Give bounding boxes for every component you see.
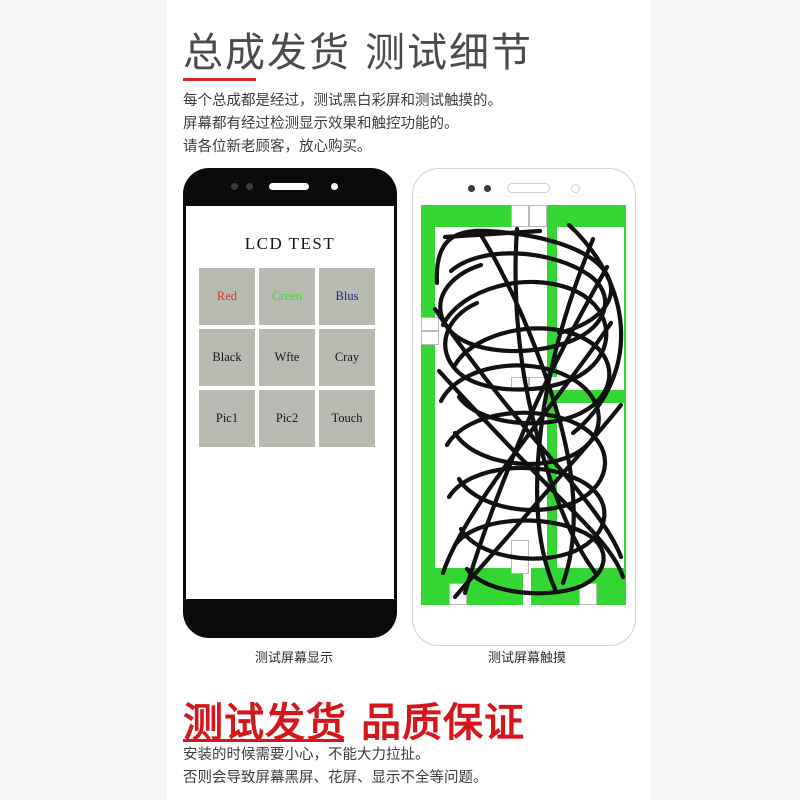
sensor-dot-icon — [484, 185, 491, 192]
lcd-tile-label: Touch — [331, 411, 363, 425]
lcd-tile-pic1[interactable]: Pic1 — [199, 390, 255, 447]
footer-line-2: 否则会导致屏幕黑屏、花屏、显示不全等问题。 — [183, 770, 488, 786]
footer-text: 安装的时候需要小心，不能大力拉扯。 否则会导致屏幕黑屏、花屏、显示不全等问题。 — [183, 744, 488, 790]
intro-line-2: 屏幕都有经过检测显示效果和触控功能的。 — [183, 116, 459, 132]
footer-title-part2: 品质保证 — [361, 701, 525, 745]
lcd-tile-red[interactable]: Red — [199, 268, 255, 325]
lcd-tile-pic2[interactable]: Pic2 — [259, 390, 315, 447]
intro-line-1: 每个总成都是经过，测试黑白彩屏和测试触摸的。 — [183, 93, 502, 109]
touch-test-screen[interactable] — [421, 205, 626, 605]
lcd-tile-label: Blus — [335, 289, 359, 303]
earpiece-speaker-icon — [507, 183, 550, 193]
lcd-tile-green[interactable]: Creen — [259, 268, 315, 325]
lcd-tile-label: Creen — [272, 289, 302, 303]
lcd-tile-label: Black — [212, 350, 242, 364]
lcd-tile-label: Pic1 — [215, 411, 239, 425]
lcd-tile-blue[interactable]: Blus — [319, 268, 375, 325]
right-phone-caption: 测试屏幕触摸 — [487, 650, 566, 665]
front-camera-icon — [331, 183, 338, 190]
footer-divider — [183, 739, 344, 742]
earpiece-speaker-icon — [269, 183, 309, 190]
black-phone-screen: LCD TEST Red Creen Blus Black Wfte Cray … — [186, 206, 394, 599]
page-root: 总成发货 测试细节 每个总成都是经过，测试黑白彩屏和测试触摸的。 屏幕都有经过检测… — [0, 0, 800, 800]
white-phone-touch-test — [412, 168, 636, 646]
black-phone-display-test: LCD TEST Red Creen Blus Black Wfte Cray … — [183, 168, 397, 638]
lcd-test-title: LCD TEST — [244, 234, 336, 253]
left-phone-caption: 测试屏幕显示 — [254, 650, 333, 665]
page-title: 总成发货 测试细节 — [183, 20, 533, 78]
page-title-part2: 测试细节 — [365, 31, 533, 75]
intro-line-3: 请各位新老顾客，放心购买。 — [183, 139, 372, 155]
touch-scribble-overlay — [432, 222, 626, 600]
lcd-tile-label: Pic2 — [275, 411, 299, 425]
intro-text: 每个总成都是经过，测试黑白彩屏和测试触摸的。 屏幕都有经过检测显示效果和触控功能… — [183, 90, 603, 159]
lcd-tile-label: Cray — [334, 350, 360, 364]
front-camera-icon — [571, 184, 580, 193]
sensor-dot-icon — [246, 183, 253, 190]
lcd-tile-white[interactable]: Wfte — [259, 329, 315, 386]
lcd-tile-label: Wfte — [274, 350, 300, 364]
lcd-tile-black[interactable]: Black — [199, 329, 255, 386]
page-title-part1: 总成发货 — [183, 31, 351, 75]
phone-comparison: LCD TEST Red Creen Blus Black Wfte Cray … — [167, 168, 650, 668]
sensor-dot-icon — [231, 183, 238, 190]
sensor-dot-icon — [468, 185, 475, 192]
lcd-tile-gray[interactable]: Cray — [319, 329, 375, 386]
title-divider — [183, 78, 256, 81]
lcd-tile-label: Red — [216, 289, 238, 303]
lcd-test-grid: Red Creen Blus Black Wfte Cray Pic1 Pic2… — [199, 268, 383, 447]
footer-line-1: 安装的时候需要小心，不能大力拉扯。 — [183, 747, 430, 763]
lcd-tile-touch[interactable]: Touch — [319, 390, 375, 447]
